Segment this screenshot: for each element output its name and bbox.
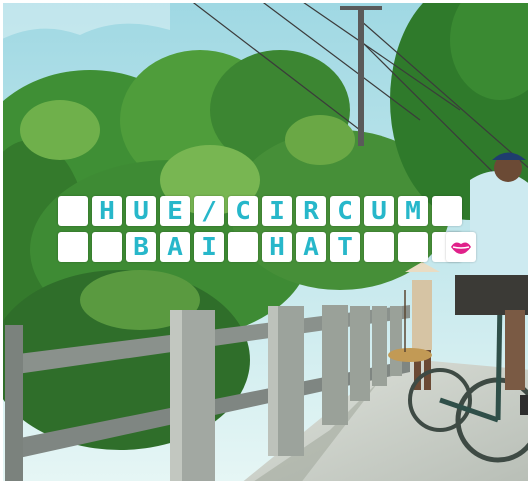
photo-scene bbox=[0, 0, 531, 484]
utility-pole bbox=[358, 6, 364, 146]
album-cover: H U E / C I R C U M B A I H A T bbox=[0, 0, 531, 484]
